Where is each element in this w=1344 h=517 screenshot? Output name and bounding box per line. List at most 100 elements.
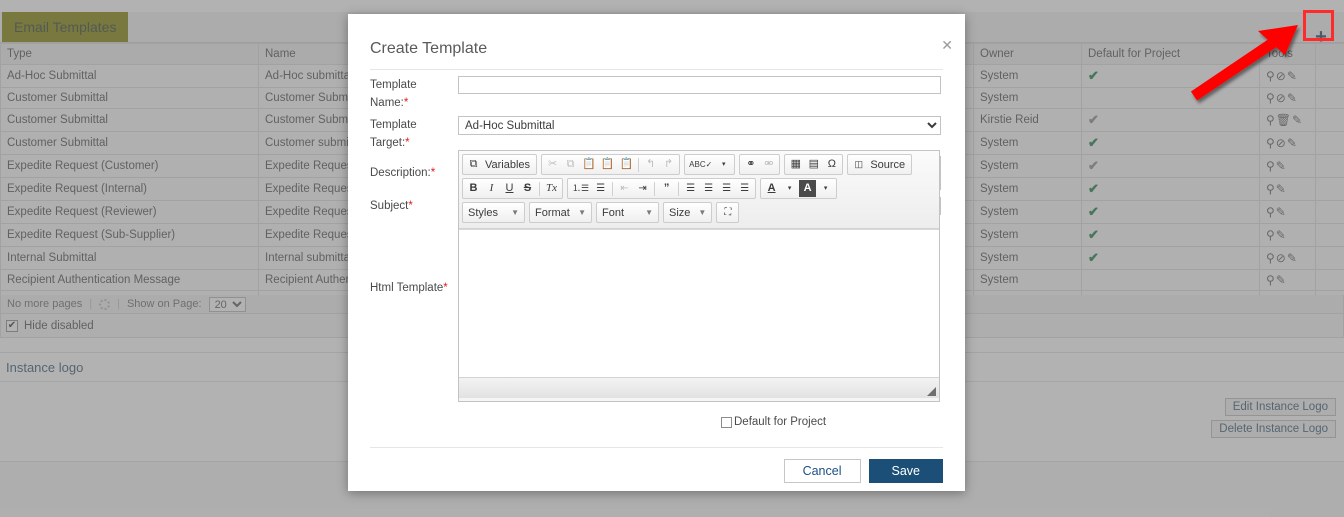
- editor-toolbar-row-3: Styles ▼ Format ▼ Font ▼ Size ▼ ⛶: [462, 202, 936, 223]
- unlink-icon[interactable]: ⚮: [760, 156, 777, 173]
- edit-icon[interactable]: ✎: [1276, 159, 1286, 173]
- background-color-icon[interactable]: A: [799, 180, 817, 197]
- edit-icon[interactable]: ✎: [1287, 251, 1297, 265]
- refresh-icon[interactable]: [99, 298, 111, 310]
- font-dropdown[interactable]: Font ▼: [596, 202, 659, 223]
- disable-icon[interactable]: ⊘: [1276, 69, 1286, 83]
- special-character-icon[interactable]: Ω: [823, 156, 840, 173]
- edit-instance-logo-button[interactable]: Edit Instance Logo: [1224, 398, 1336, 416]
- spellcheck-icon[interactable]: ABC✓: [687, 156, 714, 173]
- delete-instance-logo-button[interactable]: Delete Instance Logo: [1211, 420, 1336, 438]
- variables-button-label[interactable]: Variables: [483, 159, 534, 171]
- format-dropdown[interactable]: Format ▼: [529, 202, 592, 223]
- styles-dropdown[interactable]: Styles ▼: [462, 202, 525, 223]
- delete-icon[interactable]: 🗑: [1276, 113, 1291, 127]
- edit-icon[interactable]: ✎: [1276, 205, 1286, 219]
- search-icon[interactable]: ⚲: [1266, 273, 1275, 287]
- disable-icon[interactable]: ⊘: [1276, 136, 1286, 150]
- search-icon[interactable]: ⚲: [1266, 69, 1275, 83]
- hide-disabled-checkbox[interactable]: ✔: [6, 319, 18, 332]
- disable-icon[interactable]: ⊘: [1276, 91, 1286, 105]
- align-center-icon[interactable]: ☰: [700, 180, 717, 197]
- cell-owner: System: [973, 131, 1082, 155]
- bold-icon[interactable]: B: [465, 180, 482, 197]
- edit-icon[interactable]: ✎: [1276, 228, 1286, 242]
- default-for-project-checkbox[interactable]: [721, 416, 732, 428]
- chevron-down-icon[interactable]: ▾: [715, 156, 732, 173]
- editor-content-area[interactable]: [459, 229, 939, 377]
- chevron-down-icon[interactable]: ▾: [781, 180, 798, 197]
- italic-icon[interactable]: I: [483, 180, 500, 197]
- table-icon[interactable]: ▦: [787, 156, 804, 173]
- template-name-label: Template Name:*: [348, 76, 458, 112]
- template-target-label: Template Target:*: [348, 116, 458, 152]
- cell-spacer: [1315, 108, 1344, 132]
- cell-type: Expedite Request (Reviewer): [0, 200, 259, 224]
- column-header-owner[interactable]: Owner: [973, 43, 1082, 65]
- bulleted-list-icon[interactable]: ☰: [592, 180, 609, 197]
- align-left-icon[interactable]: ☰: [682, 180, 699, 197]
- maximize-icon[interactable]: ⛶: [719, 204, 736, 221]
- variables-icon[interactable]: ⧉: [465, 156, 482, 173]
- edit-icon[interactable]: ✎: [1276, 273, 1286, 287]
- template-target-select[interactable]: Ad-Hoc Submittal: [458, 116, 941, 135]
- size-dropdown[interactable]: Size ▼: [663, 202, 713, 223]
- undo-icon[interactable]: ↰: [642, 156, 659, 173]
- strikethrough-icon[interactable]: S: [519, 180, 536, 197]
- source-button-label[interactable]: Source: [868, 159, 909, 171]
- column-header-default[interactable]: Default for Project: [1081, 43, 1260, 65]
- save-button[interactable]: Save: [868, 459, 943, 483]
- redo-icon[interactable]: ↱: [660, 156, 677, 173]
- edit-icon[interactable]: ✎: [1287, 136, 1297, 150]
- link-icon[interactable]: ⚭: [742, 156, 759, 173]
- column-header-type[interactable]: Type: [0, 43, 259, 65]
- description-label-text: Description:: [370, 167, 431, 179]
- close-icon[interactable]: ✕: [941, 38, 953, 52]
- check-icon: ✔: [1088, 158, 1099, 173]
- edit-icon[interactable]: ✎: [1287, 69, 1297, 83]
- page-size-select[interactable]: 20: [208, 296, 246, 312]
- disable-icon[interactable]: ⊘: [1276, 251, 1286, 265]
- cell-spacer: [1315, 131, 1344, 155]
- cut-icon[interactable]: ✂: [544, 156, 561, 173]
- underline-icon[interactable]: U: [501, 180, 518, 197]
- paste-from-word-icon[interactable]: 📋: [617, 156, 635, 173]
- align-right-icon[interactable]: ☰: [718, 180, 735, 197]
- toolbar-separator: [539, 181, 540, 196]
- remove-format-icon[interactable]: Tx: [543, 180, 560, 197]
- cell-default-for-project: ✔: [1081, 200, 1260, 224]
- paste-icon[interactable]: 📋: [580, 156, 598, 173]
- copy-icon[interactable]: ⧉: [562, 156, 579, 173]
- ordered-list-icon[interactable]: ⒈☰: [570, 180, 591, 197]
- cell-default-for-project: ✔: [1081, 223, 1260, 247]
- template-name-input[interactable]: [458, 76, 941, 94]
- cell-tools: ⚲✎: [1259, 269, 1316, 291]
- search-icon[interactable]: ⚲: [1266, 228, 1275, 242]
- search-icon[interactable]: ⚲: [1266, 113, 1275, 127]
- indent-icon[interactable]: ⇥: [634, 180, 651, 197]
- search-icon[interactable]: ⚲: [1266, 251, 1275, 265]
- chevron-down-icon[interactable]: ▾: [817, 180, 834, 197]
- horizontal-rule-icon[interactable]: ▤: [805, 156, 822, 173]
- dialog-footer-divider: [370, 447, 943, 448]
- edit-icon[interactable]: ✎: [1292, 113, 1302, 127]
- edit-icon[interactable]: ✎: [1276, 182, 1286, 196]
- column-header-spacer: [1315, 43, 1344, 65]
- paste-as-text-icon[interactable]: 📋: [599, 156, 617, 173]
- search-icon[interactable]: ⚲: [1266, 159, 1275, 173]
- resize-handle[interactable]: [927, 387, 936, 396]
- align-justify-icon[interactable]: ☰: [736, 180, 753, 197]
- tab-email-templates[interactable]: Email Templates: [2, 12, 129, 42]
- required-marker: *: [403, 97, 409, 109]
- search-icon[interactable]: ⚲: [1266, 205, 1275, 219]
- text-color-icon[interactable]: A: [763, 180, 780, 197]
- search-icon[interactable]: ⚲: [1266, 136, 1275, 150]
- search-icon[interactable]: ⚲: [1266, 182, 1275, 196]
- top-strip: [0, 0, 1344, 12]
- search-icon[interactable]: ⚲: [1266, 91, 1275, 105]
- source-icon[interactable]: ◫: [850, 156, 867, 173]
- outdent-icon[interactable]: ⇤: [616, 180, 633, 197]
- blockquote-icon[interactable]: ”: [658, 180, 675, 197]
- edit-icon[interactable]: ✎: [1287, 91, 1297, 105]
- cancel-button[interactable]: Cancel: [783, 459, 861, 483]
